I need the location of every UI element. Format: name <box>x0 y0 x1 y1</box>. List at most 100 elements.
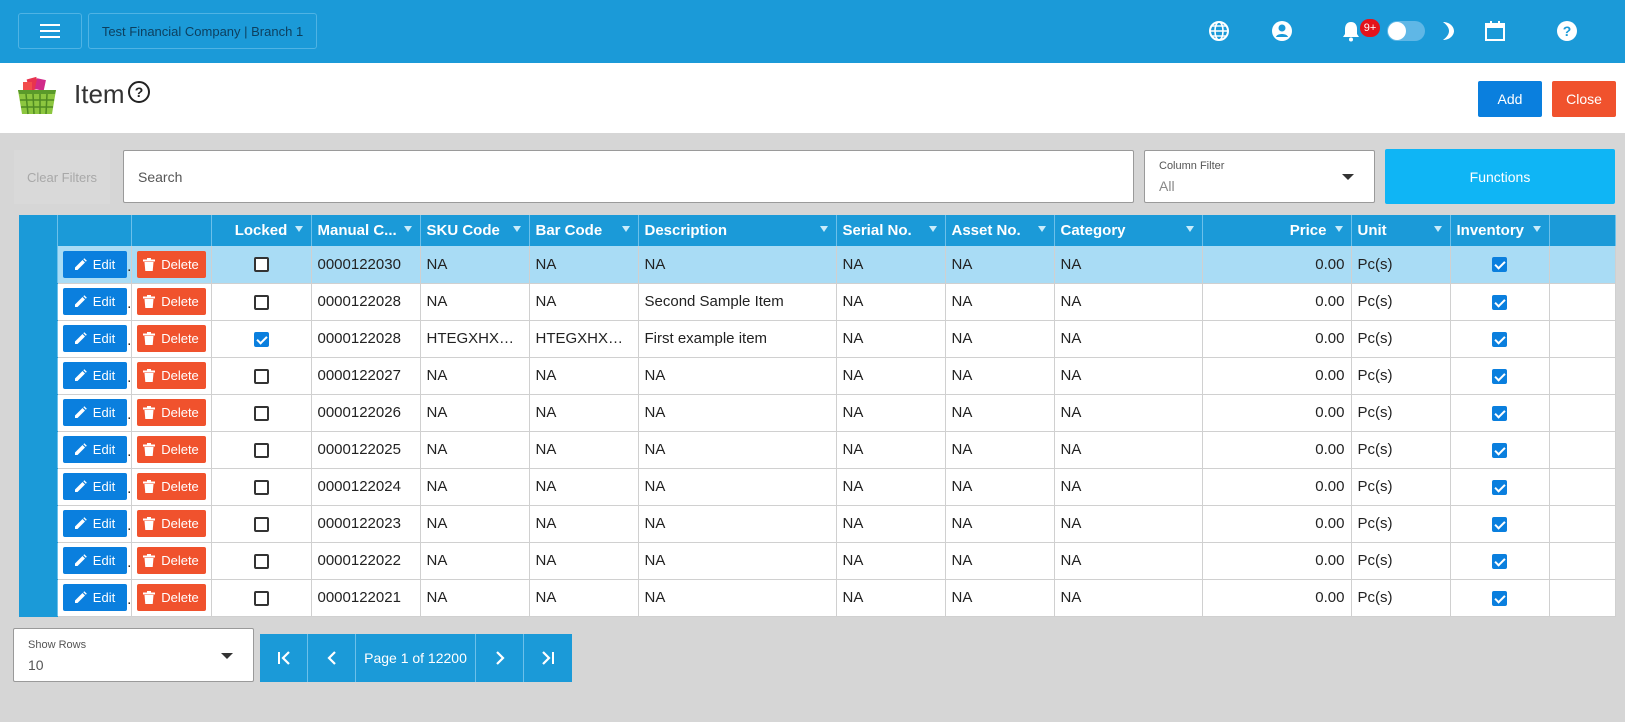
search-input[interactable] <box>123 150 1134 203</box>
locked-checkbox[interactable] <box>253 590 269 606</box>
delete-label: Delete <box>161 294 199 309</box>
menu-button[interactable] <box>18 13 82 49</box>
table-row[interactable]: Edit Delete 0000122024 NA NA NA NA NA NA 0.00 Pc(s… <box>19 468 1616 506</box>
dark-mode-toggle[interactable] <box>1387 21 1425 41</box>
inventory-checkbox[interactable] <box>1492 590 1507 606</box>
filter-icon[interactable] <box>294 226 303 232</box>
toggle-knob <box>1388 22 1406 40</box>
inventory-checkbox[interactable] <box>1492 331 1507 347</box>
inventory-checkbox[interactable] <box>1492 553 1507 569</box>
table-row[interactable]: Edit Delete 0000122030 NA NA NA NA NA NA 0.00 Pc(s… <box>19 246 1616 284</box>
filter-icon[interactable] <box>621 226 630 232</box>
inventory-cell <box>1450 283 1550 321</box>
edit-button[interactable]: Edit <box>62 584 127 611</box>
table-row[interactable]: Edit Delete 0000122028 NA NA Second Sample It… <box>19 283 1616 321</box>
inventory-checkbox[interactable] <box>1492 442 1507 458</box>
globe-icon[interactable] <box>1206 18 1232 44</box>
header-locked[interactable]: Locked <box>211 215 312 246</box>
inventory-checkbox[interactable] <box>1492 405 1507 421</box>
help-icon[interactable]: ? <box>1554 18 1580 44</box>
edit-button[interactable]: Edit <box>62 325 127 352</box>
inventory-checkbox[interactable] <box>1492 516 1507 532</box>
filter-icon[interactable] <box>819 226 828 232</box>
filter-icon[interactable] <box>1185 226 1194 232</box>
account-icon[interactable] <box>1269 18 1295 44</box>
header-unit[interactable]: Unit <box>1351 215 1451 246</box>
delete-button[interactable]: Delete <box>136 288 206 315</box>
row-gutter <box>19 394 58 432</box>
locked-checkbox[interactable] <box>253 294 269 310</box>
chevron-down-icon <box>221 653 233 659</box>
delete-button[interactable]: Delete <box>136 436 206 463</box>
column-filter-select[interactable]: Column Filter All <box>1144 150 1375 203</box>
delete-button[interactable]: Delete <box>136 362 206 389</box>
filter-icon[interactable] <box>1334 226 1343 232</box>
calendar-icon[interactable] <box>1482 18 1508 44</box>
header-asset-no[interactable]: Asset No. <box>945 215 1055 246</box>
locked-checkbox[interactable] <box>253 257 269 273</box>
table-row[interactable]: Edit Delete 0000122022 NA NA NA NA NA NA 0.00 Pc(s… <box>19 542 1616 580</box>
locked-checkbox[interactable] <box>253 442 269 458</box>
edit-button[interactable]: Edit <box>62 436 127 463</box>
last-page-button[interactable] <box>524 634 572 682</box>
inventory-checkbox[interactable] <box>1492 368 1507 384</box>
filter-icon[interactable] <box>928 226 937 232</box>
header-inventory[interactable]: Inventory <box>1450 215 1550 246</box>
close-button[interactable]: Close <box>1552 81 1616 117</box>
inventory-checkbox[interactable] <box>1492 479 1507 495</box>
delete-button[interactable]: Delete <box>136 399 206 426</box>
locked-checkbox[interactable] <box>253 405 269 421</box>
edit-button[interactable]: Edit <box>62 473 127 500</box>
category-cell: NA <box>1054 246 1203 284</box>
header-serial-no[interactable]: Serial No. <box>836 215 946 246</box>
table-row[interactable]: Edit Delete 0000122021 NA NA NA NA NA NA 0.00 Pc(s… <box>19 579 1616 617</box>
inventory-cell <box>1450 579 1550 617</box>
filter-icon[interactable] <box>1532 226 1541 232</box>
delete-button[interactable]: Delete <box>136 510 206 537</box>
locked-checkbox[interactable] <box>253 479 269 495</box>
edit-button[interactable]: Edit <box>62 288 127 315</box>
table-row[interactable]: Edit Delete 0000122027 NA NA NA NA NA NA 0.00 Pc(s… <box>19 357 1616 395</box>
delete-button[interactable]: Delete <box>136 473 206 500</box>
header-bar-code[interactable]: Bar Code <box>529 215 639 246</box>
clear-filters-button[interactable]: Clear Filters <box>14 150 110 204</box>
filter-icon[interactable] <box>512 226 521 232</box>
locked-checkbox[interactable] <box>253 553 269 569</box>
locked-checkbox[interactable] <box>253 331 269 347</box>
edit-button[interactable]: Edit <box>62 510 127 537</box>
edit-button[interactable]: Edit <box>62 250 127 278</box>
show-rows-select[interactable]: Show Rows 10 <box>13 628 254 682</box>
filter-icon[interactable] <box>403 226 412 232</box>
inventory-checkbox[interactable] <box>1492 257 1507 273</box>
company-selector[interactable]: Test Financial Company | Branch 1 <box>88 13 317 49</box>
functions-button[interactable]: Functions <box>1385 149 1615 204</box>
sku-code-cell: NA <box>420 468 530 506</box>
prev-page-button[interactable] <box>308 634 356 682</box>
table-row[interactable]: Edit Delete 0000122025 NA NA NA NA NA NA 0.00 Pc(s… <box>19 431 1616 469</box>
delete-button[interactable]: Delete <box>136 250 206 278</box>
locked-checkbox[interactable] <box>253 368 269 384</box>
header-description[interactable]: Description <box>638 215 837 246</box>
delete-button[interactable]: Delete <box>136 547 206 574</box>
filter-icon[interactable] <box>1433 226 1442 232</box>
table-row[interactable]: Edit Delete 0000122026 NA NA NA NA NA NA 0.00 Pc(s… <box>19 394 1616 432</box>
delete-button[interactable]: Delete <box>136 325 206 352</box>
edit-button[interactable]: Edit <box>62 399 127 426</box>
bar-code-cell: NA <box>529 431 639 469</box>
table-row[interactable]: Edit Delete 0000122028 HTEGXHXO4... HTEGXHXO… <box>19 320 1616 358</box>
first-page-button[interactable] <box>260 634 308 682</box>
title-help-icon[interactable]: ? <box>128 81 150 103</box>
header-sku-code[interactable]: SKU Code <box>420 215 530 246</box>
edit-button[interactable]: Edit <box>62 362 127 389</box>
header-price[interactable]: Price <box>1202 215 1352 246</box>
delete-button[interactable]: Delete <box>136 584 206 611</box>
add-button[interactable]: Add <box>1478 81 1542 117</box>
table-row[interactable]: Edit Delete 0000122023 NA NA NA NA NA NA 0.00 Pc(s… <box>19 505 1616 543</box>
inventory-checkbox[interactable] <box>1492 294 1507 310</box>
next-page-button[interactable] <box>476 634 524 682</box>
filter-icon[interactable] <box>1037 226 1046 232</box>
locked-checkbox[interactable] <box>253 516 269 532</box>
header-manual-code[interactable]: Manual C... <box>311 215 421 246</box>
edit-button[interactable]: Edit <box>62 547 127 574</box>
header-category[interactable]: Category <box>1054 215 1203 246</box>
